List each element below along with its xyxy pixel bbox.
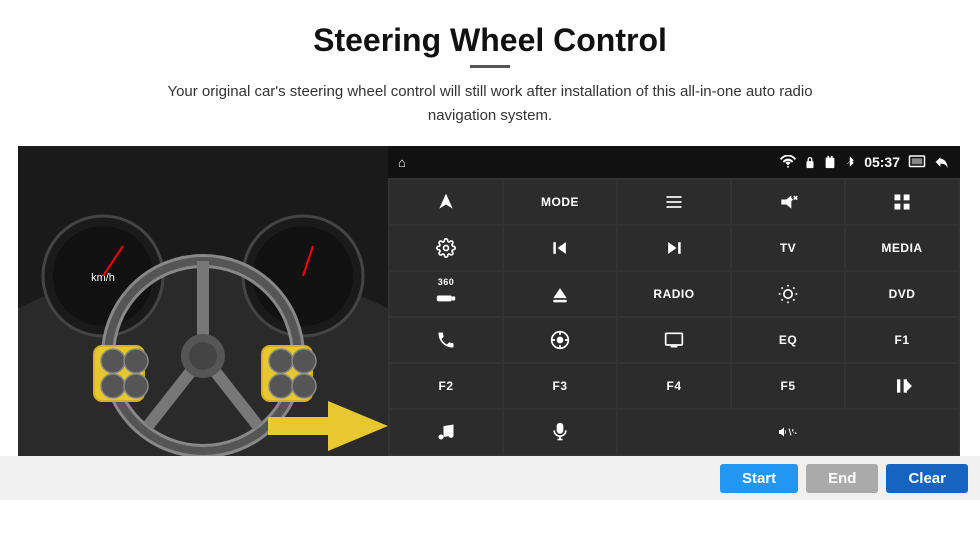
nav-btn[interactable] [504, 318, 616, 362]
prev-btn[interactable] [504, 226, 616, 270]
home-icon: ⌂ [398, 155, 406, 170]
f5-btn[interactable]: F5 [732, 364, 844, 408]
bottom-bar: Start End Clear [0, 456, 980, 500]
page-title: Steering Wheel Control [0, 0, 980, 65]
tv-btn[interactable]: TV [732, 226, 844, 270]
car-image: km/h [18, 146, 388, 456]
list-btn[interactable] [618, 180, 730, 224]
lock-icon [804, 155, 816, 169]
clear-button[interactable]: Clear [886, 464, 968, 493]
radio-btn[interactable]: RADIO [618, 272, 730, 316]
content-area: km/h [0, 146, 980, 456]
start-button[interactable]: Start [720, 464, 798, 493]
mute-btn[interactable] [732, 180, 844, 224]
status-bar: ⌂ 05:37 [388, 146, 960, 178]
radio-panel: ⌂ 05:37 MODE [388, 146, 960, 456]
dvd-btn[interactable]: DVD [846, 272, 958, 316]
time-display: 05:37 [864, 154, 900, 170]
navigate-btn[interactable] [390, 180, 502, 224]
buttons-grid: MODE TV MEDIA 360 [388, 178, 960, 456]
phone-btn[interactable] [390, 318, 502, 362]
mode-btn[interactable]: MODE [504, 180, 616, 224]
title-divider [470, 65, 510, 68]
sd-icon [824, 155, 836, 169]
f1-btn[interactable]: F1 [846, 318, 958, 362]
svg-text:km/h: km/h [91, 272, 115, 284]
cast-icon [908, 155, 926, 169]
bt-icon [844, 155, 856, 169]
screen-btn[interactable] [618, 318, 730, 362]
mic-btn[interactable] [504, 410, 616, 454]
eq-btn[interactable]: EQ [732, 318, 844, 362]
playpause-btn[interactable] [846, 364, 958, 408]
eject-btn[interactable] [504, 272, 616, 316]
brightness-btn[interactable] [732, 272, 844, 316]
cam360-btn[interactable]: 360 [390, 272, 502, 316]
grid-btn[interactable] [846, 180, 958, 224]
f4-btn[interactable]: F4 [618, 364, 730, 408]
end-button[interactable]: End [806, 464, 878, 493]
next-btn[interactable] [618, 226, 730, 270]
wifi-icon [780, 155, 796, 169]
media-btn[interactable]: MEDIA [846, 226, 958, 270]
f2-btn[interactable]: F2 [390, 364, 502, 408]
music-btn[interactable] [390, 410, 502, 454]
settings-btn[interactable] [390, 226, 502, 270]
vol-phone-btn[interactable] [618, 410, 958, 454]
f3-btn[interactable]: F3 [504, 364, 616, 408]
back-icon [934, 155, 950, 169]
subtitle: Your original car's steering wheel contr… [140, 80, 840, 128]
